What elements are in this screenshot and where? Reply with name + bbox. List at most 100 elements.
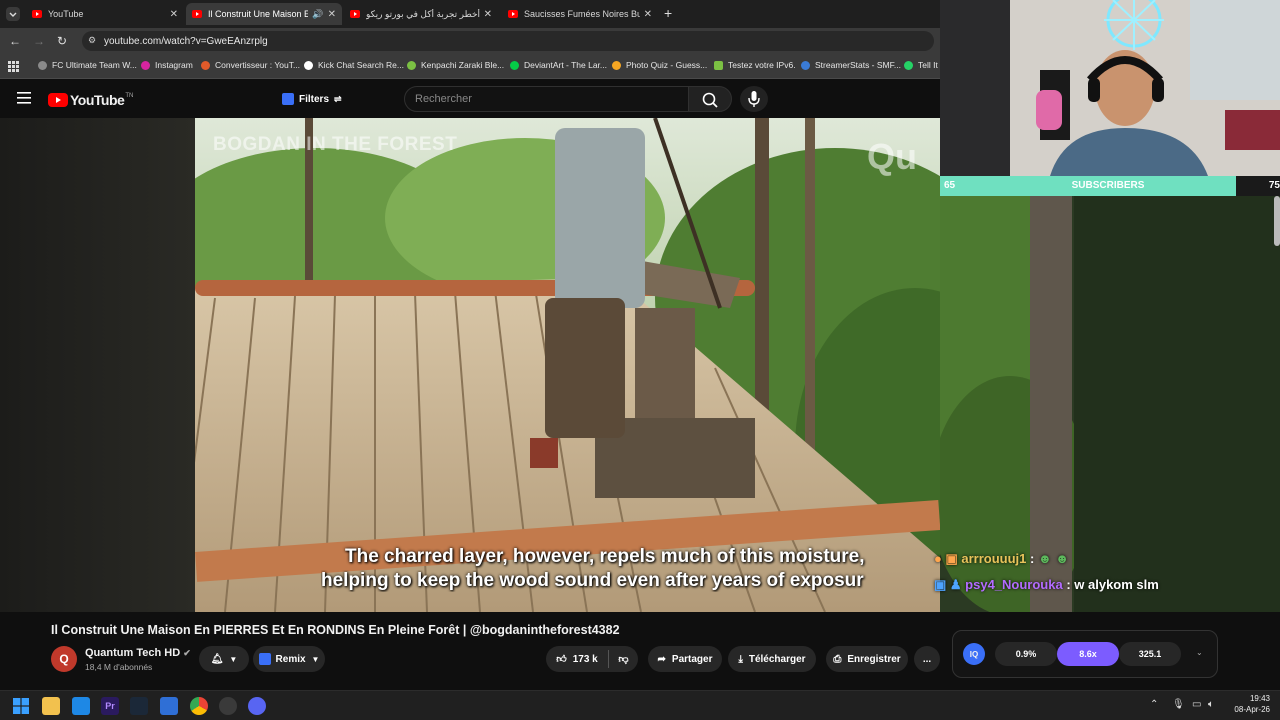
forest-backdrop	[940, 196, 1280, 612]
url-field[interactable]: ⚙ youtube.com/watch?v=GweEAnzrplg	[82, 31, 934, 51]
tab-search-button[interactable]	[6, 7, 20, 21]
download-label: Télécharger	[748, 653, 806, 665]
save-button[interactable]: ⎙ Enregistrer	[826, 646, 908, 672]
iq-badge[interactable]: IQ	[963, 643, 985, 665]
outlook-icon[interactable]	[72, 697, 90, 715]
logo-text: YouTube	[70, 92, 125, 108]
more-actions-button[interactable]: ...	[914, 646, 940, 672]
notifications-button[interactable]: 🔔︎ ▼	[199, 646, 249, 672]
bookmark-label: FC Ultimate Team W...	[52, 60, 137, 70]
bookmark-label: StreamerStats - SMF...	[815, 60, 901, 70]
channel-avatar[interactable]: Q	[51, 646, 77, 672]
tab-saucisses[interactable]: Saucisses Fumées Noires Bushi ✕	[502, 3, 658, 25]
tab-youtube[interactable]: YouTube ✕	[26, 3, 184, 25]
bookmark-item[interactable]: DeviantArt - The Lar...	[510, 60, 607, 70]
network-icon[interactable]: ▭	[1192, 699, 1201, 710]
like-dislike-group: 👍︎ 173 k 👎︎	[546, 646, 638, 672]
bookmark-item[interactable]: Kenpachi Zaraki Ble...	[407, 60, 504, 70]
microphone-icon[interactable]: 🎙︎	[1172, 699, 1185, 710]
steam-icon[interactable]	[130, 697, 148, 715]
clock-date[interactable]: 08-Apr-26	[1226, 705, 1270, 714]
save-label: Enregistrer	[847, 653, 901, 665]
scrollbar-thumb[interactable]	[1274, 196, 1280, 246]
like-button[interactable]: 👍︎ 173 k	[546, 646, 608, 672]
video-player[interactable]: BOGDAN IN THE FOREST Qu The charred laye…	[0, 118, 940, 612]
tab-arabic-video[interactable]: أخطر تجربة أكل في بورتو ريكو... ✕	[344, 3, 498, 25]
channel-name-row[interactable]: Quantum Tech HD ✔	[85, 647, 191, 659]
back-icon[interactable]: ←	[9, 34, 21, 48]
right-video-backdrop	[940, 196, 1280, 612]
clock-time[interactable]: 19:43	[1226, 694, 1270, 703]
chrome-icon[interactable]	[190, 697, 208, 715]
bookmark-favicon-icon	[407, 60, 416, 70]
search-icon	[702, 92, 718, 108]
voice-search-button[interactable]	[740, 86, 768, 112]
bookmark-item[interactable]: Convertisseur : YouT...	[201, 60, 300, 70]
close-icon[interactable]: ✕	[484, 9, 492, 20]
chevron-down-icon[interactable]: ⌄	[1196, 648, 1203, 657]
bookmark-item[interactable]: Testez votre IPv6.	[714, 60, 796, 70]
tab-title: أخطر تجربة أكل في بورتو ريكو...	[366, 8, 480, 19]
tab-title: Saucisses Fumées Noires Bushi	[524, 9, 640, 19]
tab-active-video[interactable]: Il Construit Une Maison En 🔊 ✕	[186, 3, 342, 25]
deviantart-icon	[510, 60, 519, 70]
bookmark-item[interactable]: Tell It	[904, 60, 938, 70]
bookmark-item[interactable]: Kick Chat Search Re...	[304, 60, 404, 70]
filters-button[interactable]: Filters ⇌	[282, 88, 342, 110]
windows-start-icon[interactable]	[13, 698, 29, 714]
search-button[interactable]	[688, 86, 732, 112]
youtube-logo[interactable]: YouTube TN	[48, 92, 133, 108]
subscriber-goal-bar: 65 SUBSCRIBERS 75	[940, 176, 1280, 196]
youtube-icon	[192, 10, 202, 18]
video-frame[interactable]: BOGDAN IN THE FOREST Qu	[195, 118, 940, 612]
browser-tab-bar: YouTube ✕ Il Construit Une Maison En 🔊 ✕…	[0, 0, 940, 28]
premiere-icon[interactable]: Pr	[101, 697, 119, 715]
menu-icon[interactable]	[17, 92, 31, 104]
apps-grid-icon[interactable]	[8, 61, 19, 72]
bookmark-favicon-icon	[904, 60, 913, 70]
file-explorer-icon[interactable]	[42, 697, 60, 715]
caption-line-2: helping to keep the wood sound even afte…	[321, 570, 864, 591]
remix-button[interactable]: Remix ▼	[253, 646, 325, 672]
remix-label: Remix	[275, 653, 306, 665]
video-scene	[195, 118, 940, 612]
sliders-icon: ⇌	[334, 93, 342, 104]
close-icon[interactable]: ✕	[328, 9, 336, 20]
iq-extension-icon	[282, 93, 294, 105]
player-left-backdrop	[0, 118, 195, 612]
bookmark-item[interactable]: Instagram	[141, 60, 193, 70]
bookmark-item[interactable]: StreamerStats - SMF...	[801, 60, 901, 70]
address-bar-row: ← → ↻ ⚙ youtube.com/watch?v=GweEAnzrplg	[0, 28, 940, 54]
bookmark-label: Photo Quiz - Guess...	[626, 60, 708, 70]
frog-emote-icon: ☻ ☻	[1037, 551, 1069, 566]
app-icon[interactable]	[219, 697, 237, 715]
forward-icon[interactable]: →	[33, 34, 45, 48]
discord-icon[interactable]	[248, 697, 266, 715]
webcam-scene	[940, 0, 1280, 176]
reload-icon[interactable]: ↻	[57, 34, 67, 48]
qu-watermark: Qu	[867, 136, 917, 177]
close-icon[interactable]: ✕	[170, 9, 178, 20]
caption-line-1: The charred layer, however, repels much …	[345, 546, 865, 567]
youtube-play-icon	[48, 93, 68, 107]
speaker-icon[interactable]: 🔊	[312, 9, 323, 20]
subs-goal: 75	[1268, 180, 1280, 191]
instagram-icon	[141, 60, 150, 70]
thumbs-up-icon: 👍︎	[556, 654, 567, 665]
close-icon[interactable]: ✕	[644, 9, 652, 20]
chat-badge-icon: ● ▣	[934, 551, 962, 566]
site-info-icon[interactable]: ⚙	[88, 35, 96, 46]
bookmark-item[interactable]: Photo Quiz - Guess...	[612, 60, 707, 70]
tray-chevron-icon[interactable]: ⌃	[1150, 699, 1158, 710]
share-button[interactable]: ➦ Partager	[648, 646, 722, 672]
app-icon[interactable]	[160, 697, 178, 715]
dislike-button[interactable]: 👎︎	[609, 646, 638, 672]
download-button[interactable]: ⤓ Télécharger	[728, 646, 816, 672]
bookmark-favicon-icon	[801, 60, 810, 70]
share-label: Partager	[671, 653, 713, 665]
bookmark-item[interactable]: FC Ultimate Team W...	[38, 60, 137, 70]
new-tab-button[interactable]: +	[664, 5, 672, 21]
volume-icon[interactable]: 🔈︎	[1208, 699, 1214, 710]
microphone-icon	[748, 91, 760, 107]
search-input[interactable]: Rechercher	[404, 86, 690, 112]
